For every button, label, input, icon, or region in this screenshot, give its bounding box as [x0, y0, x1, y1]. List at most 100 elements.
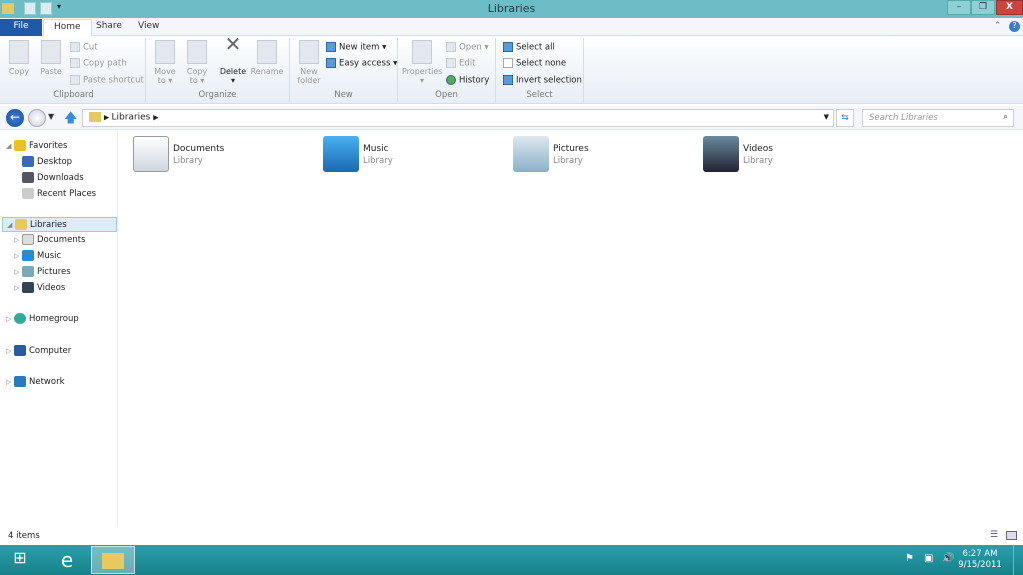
expand-arrow-icon[interactable]: ◢: [7, 218, 15, 233]
properties-icon: [412, 40, 432, 64]
search-icon[interactable]: ⌕: [1003, 112, 1008, 122]
easy-access-button[interactable]: Easy access ▾: [326, 58, 397, 72]
nav-computer[interactable]: ▷ Computer: [6, 344, 71, 359]
ribbon: Copy Paste Cut Copy path Paste shortcut …: [0, 32, 1023, 104]
library-pictures[interactable]: Pictures Library: [513, 136, 683, 174]
file-explorer-taskbar-button[interactable]: [91, 546, 135, 574]
expand-arrow-icon[interactable]: ▷: [6, 375, 14, 390]
new-item-button[interactable]: New item ▾: [326, 42, 386, 56]
paste-button[interactable]: Paste: [36, 40, 66, 76]
taskbar: ⊞ e ⚑ ▣ 🔊 6:27 AM 9/15/2011: [0, 545, 1023, 575]
forward-button[interactable]: [28, 109, 46, 127]
nav-network[interactable]: ▷ Network: [6, 375, 65, 390]
nav-favorites[interactable]: ◢ Favorites: [6, 139, 67, 154]
expand-arrow-icon[interactable]: ▷: [14, 249, 22, 264]
music-icon: [22, 250, 34, 261]
expand-arrow-icon[interactable]: ▷: [6, 312, 14, 327]
expand-arrow-icon[interactable]: ▷: [14, 265, 22, 280]
pictures-library-icon: [513, 136, 549, 172]
windows-logo-icon: ⊞: [13, 548, 27, 567]
history-button[interactable]: History: [446, 75, 489, 89]
breadcrumb-libraries[interactable]: Libraries: [111, 113, 150, 123]
new-folder-button[interactable]: New folder: [294, 40, 324, 85]
nav-recent-places[interactable]: Recent Places: [22, 187, 96, 202]
help-icon[interactable]: ?: [1009, 21, 1020, 32]
move-to-button[interactable]: Move to ▾: [150, 40, 180, 85]
nav-music[interactable]: ▷ Music: [14, 249, 61, 264]
paste-shortcut-icon: [70, 75, 80, 85]
address-dropdown-icon[interactable]: ▼: [824, 113, 829, 121]
nav-downloads[interactable]: Downloads: [22, 171, 84, 186]
nav-videos[interactable]: ▷ Videos: [14, 281, 65, 296]
open-group: Properties ▾ Open ▾ Edit History Open: [398, 38, 496, 102]
copy-path-button[interactable]: Copy path: [70, 58, 127, 72]
up-arrow-icon[interactable]: 🡅: [64, 109, 77, 131]
minimize-ribbon-icon[interactable]: ⌃: [994, 21, 1002, 31]
invert-selection-button[interactable]: Invert selection: [503, 75, 582, 89]
videos-library-icon: [703, 136, 739, 172]
search-input[interactable]: Search Libraries ⌕: [862, 109, 1014, 127]
internet-explorer-icon: e: [60, 548, 74, 572]
library-videos[interactable]: Videos Library: [703, 136, 873, 174]
library-documents[interactable]: Documents Library: [133, 136, 303, 174]
expand-arrow-icon[interactable]: ▷: [6, 344, 14, 359]
select-all-button[interactable]: Select all: [503, 42, 555, 56]
close-button[interactable]: X: [996, 0, 1023, 15]
expand-arrow-icon[interactable]: ▷: [14, 281, 22, 296]
breadcrumb-chevron-icon[interactable]: ▶: [153, 114, 158, 122]
paste-shortcut-button[interactable]: Paste shortcut: [70, 75, 144, 89]
expand-arrow-icon[interactable]: ▷: [14, 233, 22, 248]
item-count: 4 items: [8, 531, 40, 541]
network-icon: [14, 376, 26, 387]
action-center-flag-icon[interactable]: ⚑: [905, 553, 914, 564]
internet-explorer-taskbar-button[interactable]: e: [45, 546, 89, 574]
back-button[interactable]: ←: [6, 109, 24, 127]
cut-button[interactable]: Cut: [70, 42, 98, 56]
network-tray-icon[interactable]: ▣: [924, 553, 933, 564]
nav-homegroup[interactable]: ▷ Homegroup: [6, 312, 79, 327]
open-button[interactable]: Open ▾: [446, 42, 489, 56]
videos-icon: [22, 282, 34, 293]
copy-button[interactable]: Copy: [4, 40, 34, 76]
select-all-icon: [503, 42, 513, 52]
nav-documents[interactable]: ▷ Documents: [14, 233, 85, 248]
tab-share[interactable]: Share: [86, 19, 132, 36]
show-desktop-button[interactable]: [1013, 545, 1023, 575]
select-group: Select all Select none Invert selection …: [496, 38, 584, 102]
address-bar-row: ← ▼ 🡅 ▶ Libraries ▶ ▼ ⇆ Search Libraries…: [0, 106, 1023, 130]
large-icons-view-icon[interactable]: [1006, 531, 1017, 540]
clock[interactable]: 6:27 AM 9/15/2011: [955, 549, 1005, 571]
start-button[interactable]: ⊞: [6, 548, 34, 572]
properties-button[interactable]: Properties ▾: [402, 40, 442, 85]
nav-libraries[interactable]: ◢ Libraries: [2, 217, 117, 232]
refresh-button[interactable]: ⇆: [836, 109, 854, 127]
select-none-button[interactable]: Select none: [503, 58, 566, 72]
tab-home[interactable]: Home: [43, 19, 92, 36]
delete-x-icon: ✕: [224, 32, 242, 56]
file-explorer-icon: [102, 553, 124, 569]
minimize-button[interactable]: –: [947, 0, 971, 15]
computer-icon: [14, 345, 26, 356]
group-label: Clipboard: [53, 90, 94, 100]
delete-button[interactable]: ✕ Delete ▾: [218, 32, 248, 85]
navigation-pane: ◢ Favorites Desktop Downloads Recent Plac…: [0, 131, 118, 527]
library-music[interactable]: Music Library: [323, 136, 493, 174]
tab-view[interactable]: View: [128, 19, 169, 36]
address-input[interactable]: ▶ Libraries ▶ ▼: [82, 109, 834, 127]
nav-desktop[interactable]: Desktop: [22, 155, 72, 170]
restore-button[interactable]: ❐: [971, 0, 995, 15]
recent-locations-icon[interactable]: ▼: [48, 112, 54, 121]
edit-button[interactable]: Edit: [446, 58, 475, 72]
details-view-icon[interactable]: ☰: [990, 530, 998, 540]
easy-access-icon: [326, 58, 336, 68]
star-icon: [14, 140, 26, 151]
nav-pictures[interactable]: ▷ Pictures: [14, 265, 71, 280]
volume-icon[interactable]: 🔊: [942, 553, 954, 564]
expand-arrow-icon[interactable]: ◢: [6, 139, 14, 154]
libraries-icon: [15, 219, 27, 230]
tab-file[interactable]: File: [0, 19, 42, 36]
new-item-icon: [326, 42, 336, 52]
copy-to-button[interactable]: Copy to ▾: [182, 40, 212, 85]
group-label: Open: [435, 90, 458, 100]
rename-button[interactable]: Rename: [250, 40, 284, 76]
